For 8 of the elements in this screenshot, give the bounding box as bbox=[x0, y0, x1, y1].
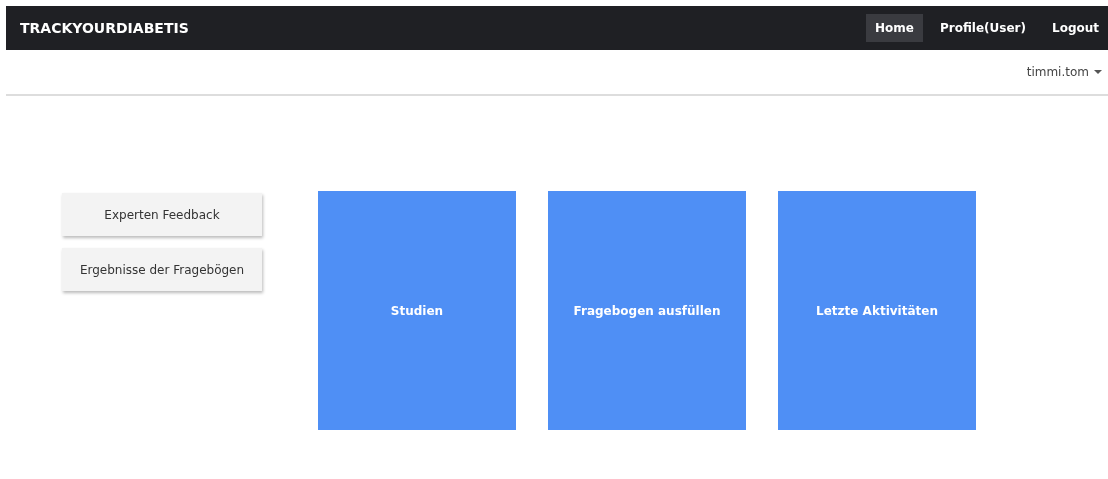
nav-link[interactable]: Profile(User) bbox=[930, 14, 1035, 42]
side-button[interactable]: Experten Feedback bbox=[62, 193, 262, 236]
nav-link[interactable]: Logout bbox=[1043, 14, 1108, 42]
nav-link[interactable]: Home bbox=[866, 14, 923, 42]
brand-logo[interactable]: TRACKYOURDIABETIS bbox=[20, 20, 189, 36]
side-button[interactable]: Ergebnisse der Fragebögen bbox=[62, 248, 262, 291]
caret-icon bbox=[1094, 70, 1102, 74]
user-menu[interactable]: timmi.tom bbox=[1026, 65, 1108, 79]
